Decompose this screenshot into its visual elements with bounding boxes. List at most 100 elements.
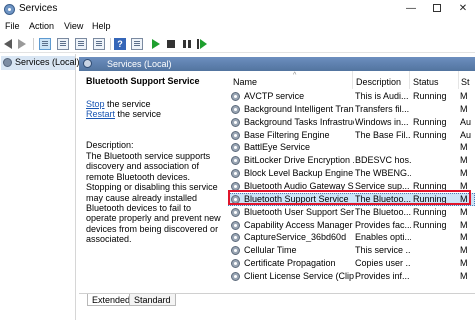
service-title: Bluetooth Support Service	[86, 76, 200, 86]
service-gear-icon	[231, 143, 240, 153]
console-tree: Services (Local)	[0, 54, 80, 320]
toolbar-separator	[33, 38, 34, 50]
tab-extended[interactable]: Extended	[87, 294, 136, 306]
tab-standard[interactable]: Standard	[129, 294, 176, 306]
service-name: Certificate Propagation	[244, 258, 336, 269]
services-icon	[3, 58, 12, 67]
service-gear-icon	[231, 220, 240, 230]
service-gear-icon	[231, 104, 240, 114]
table-row[interactable]: Client License Service (ClipS...Provides…	[228, 270, 475, 283]
sort-caret-icon: ^	[293, 72, 297, 79]
forward-arrow-icon[interactable]	[18, 39, 26, 49]
service-description-cell: Provides fac...	[355, 219, 411, 230]
service-status: Running	[413, 219, 447, 230]
menu-view[interactable]: View	[64, 21, 83, 31]
service-startup-type: M	[460, 245, 468, 256]
service-description-cell: The WBENG...	[355, 168, 411, 179]
start-service-icon[interactable]	[152, 39, 160, 49]
properties-icon[interactable]	[57, 38, 69, 50]
pause-service-icon[interactable]	[183, 40, 191, 48]
stop-service-icon[interactable]	[167, 40, 175, 48]
refresh-icon[interactable]	[75, 38, 87, 50]
service-status: Running	[413, 206, 447, 217]
table-row[interactable]: BattlEye Service M	[228, 141, 475, 154]
service-name: CaptureService_36bd60d	[244, 232, 347, 243]
pane-header: Services (Local)	[79, 57, 475, 71]
service-gear-icon	[231, 117, 240, 127]
table-row[interactable]: CaptureService_36bd60d Enables opti... M	[228, 231, 475, 244]
close-button[interactable]: ✕	[450, 0, 475, 18]
column-header-status[interactable]: Status	[413, 71, 439, 89]
table-row[interactable]: Background Intelligent Tran... Transfers …	[228, 103, 475, 116]
service-description-cell: BDESVC hos...	[355, 155, 411, 166]
service-name: Cellular Time	[244, 245, 297, 256]
service-name: AVCTP service	[244, 91, 305, 101]
table-row[interactable]: Capability Access Manager ... Provides fa…	[228, 219, 475, 232]
service-gear-icon	[231, 130, 240, 140]
service-startup-type: M	[460, 168, 468, 179]
table-row[interactable]: AVCTP service This is Audi... Running M	[228, 90, 475, 103]
column-divider[interactable]	[409, 71, 410, 89]
restart-service-icon[interactable]	[197, 39, 207, 49]
service-name: Base Filtering Engine	[244, 129, 330, 140]
action-pane-icon[interactable]	[131, 38, 143, 50]
menu-bar: File Action View Help	[0, 18, 475, 35]
column-divider[interactable]	[352, 71, 353, 89]
menu-file[interactable]: File	[5, 21, 20, 31]
table-row[interactable]: Base Filtering Engine The Base Fil... Runn…	[228, 129, 475, 142]
service-description-cell: Transfers fil...	[355, 103, 410, 114]
service-startup-type: M	[460, 270, 468, 281]
description-label: Description:	[86, 140, 134, 150]
tree-item-label: Services (Local)	[15, 57, 80, 67]
pane-header-label: Services (Local)	[107, 59, 172, 69]
service-gear-icon	[231, 259, 240, 269]
restart-link[interactable]: Restart	[86, 109, 115, 119]
table-row[interactable]: Block Level Backup Engine ... The WBENG..…	[228, 167, 475, 180]
menu-action[interactable]: Action	[29, 21, 54, 31]
service-gear-icon	[231, 233, 240, 243]
export-list-icon[interactable]	[93, 38, 105, 50]
column-header-name[interactable]: Name ^	[233, 71, 353, 89]
tree-item-services-local[interactable]: Services (Local)	[1, 56, 80, 70]
service-startup-type: Au	[460, 116, 472, 127]
service-startup-type: M	[460, 155, 468, 166]
help-icon[interactable]: ?	[114, 38, 126, 50]
services-app-icon	[4, 4, 15, 15]
maximize-button[interactable]	[424, 0, 450, 18]
service-startup-type: M	[460, 103, 468, 114]
service-startup-type: Au	[460, 129, 472, 140]
service-gear-icon	[231, 92, 240, 101]
service-name: Bluetooth User Support Ser...	[244, 206, 354, 217]
menu-help[interactable]: Help	[92, 21, 111, 31]
column-divider[interactable]	[458, 71, 459, 89]
service-description-cell: Provides inf...	[355, 270, 410, 281]
table-row[interactable]: Certificate Propagation Copies user ... M	[228, 257, 475, 270]
toolbar: ?	[0, 35, 475, 53]
back-arrow-icon[interactable]	[4, 39, 12, 49]
service-name: BitLocker Drive Encryption ...	[244, 155, 354, 166]
service-description: The Bluetooth service supports discovery…	[86, 151, 221, 245]
table-row[interactable]: BitLocker Drive Encryption ... BDESVC hos…	[228, 154, 475, 167]
service-description-cell: This is Audi...	[355, 91, 409, 101]
service-status: Running	[413, 91, 447, 101]
view-tabs: Extended Standard	[79, 293, 475, 320]
service-startup-type: M	[460, 142, 468, 153]
table-row[interactable]: Bluetooth User Support Ser... The Bluetoo…	[228, 206, 475, 219]
service-gear-icon	[231, 271, 240, 281]
minimize-button[interactable]: —	[398, 0, 424, 18]
service-name: Background Intelligent Tran...	[244, 103, 354, 114]
service-startup-type: M	[460, 258, 468, 269]
service-description-cell: Copies user ...	[355, 258, 411, 269]
column-header-name-label: Name	[233, 77, 258, 87]
service-gear-icon	[231, 156, 240, 166]
column-header-startup-type[interactable]: St	[461, 71, 470, 89]
restart-line-text: the service	[115, 109, 162, 119]
column-header-description[interactable]: Description	[356, 71, 401, 89]
table-row[interactable]: Background Tasks Infrastruc... Windows in…	[228, 116, 475, 129]
service-description-cell: This service ...	[355, 245, 411, 256]
show-console-tree-icon[interactable]	[39, 38, 51, 50]
service-startup-type: M	[460, 91, 468, 101]
stop-link[interactable]: Stop	[86, 99, 105, 109]
table-row[interactable]: Cellular Time This service ... M	[228, 244, 475, 257]
service-name: Background Tasks Infrastruc...	[244, 116, 354, 127]
